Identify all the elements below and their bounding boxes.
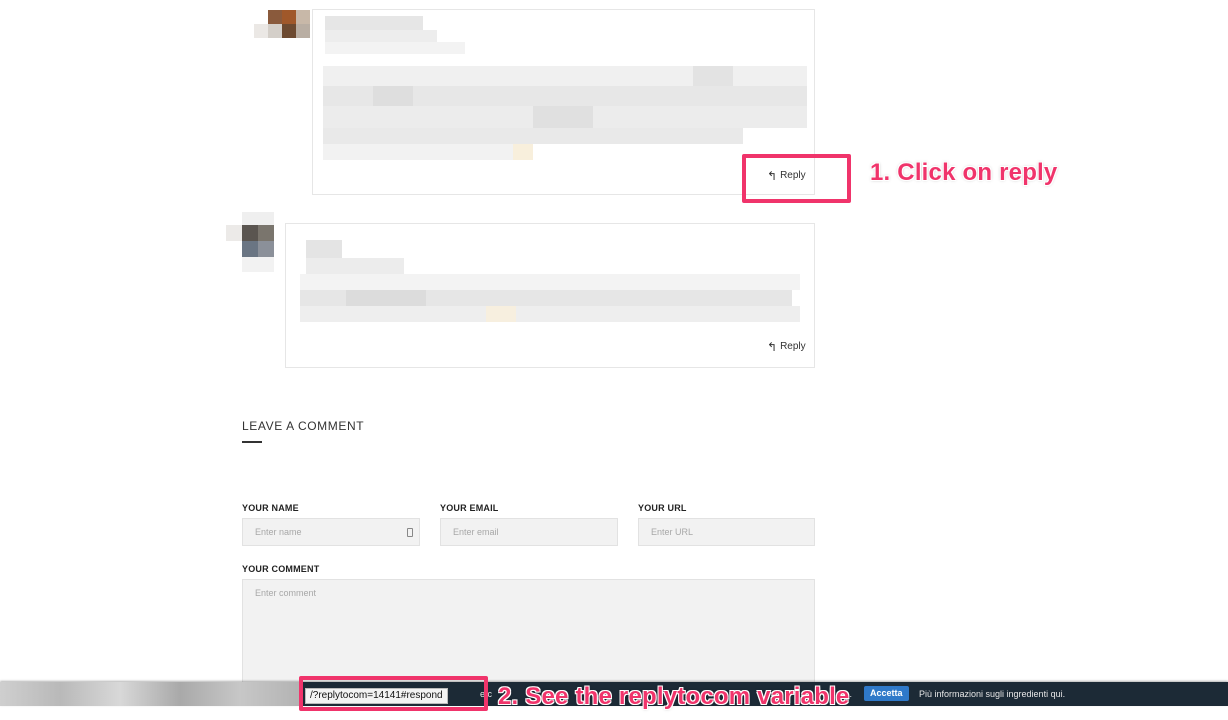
url-input[interactable] (638, 518, 815, 546)
form-title: LEAVE A COMMENT (242, 419, 365, 433)
email-label: YOUR EMAIL (440, 503, 499, 513)
status-bar-blurred (0, 682, 300, 706)
reply-link-2[interactable]: ↰ Reply (767, 339, 806, 354)
comment-card-2: ↰ Reply (285, 223, 815, 368)
annotation-step-2: 2. See the replytocom variable (498, 683, 850, 710)
comment-textarea[interactable] (242, 579, 815, 689)
comment-card-1: ↰ Reply (312, 9, 815, 195)
contact-card-icon[interactable] (407, 528, 413, 537)
annotation-highlight-url (299, 676, 488, 711)
annotation-highlight-reply (742, 154, 851, 203)
email-input[interactable] (440, 518, 618, 546)
title-underline (242, 441, 262, 443)
accept-cookies-button[interactable]: Accetta (864, 686, 909, 701)
name-input[interactable] (242, 518, 420, 546)
cookie-more-info-link[interactable]: Più informazioni sugli ingredienti qui. (919, 689, 1065, 699)
annotation-step-1: 1. Click on reply (870, 159, 1058, 186)
url-label: YOUR URL (638, 503, 687, 513)
name-label: YOUR NAME (242, 503, 299, 513)
comment-label: YOUR COMMENT (242, 564, 320, 574)
reply-arrow-icon: ↰ (767, 339, 778, 354)
